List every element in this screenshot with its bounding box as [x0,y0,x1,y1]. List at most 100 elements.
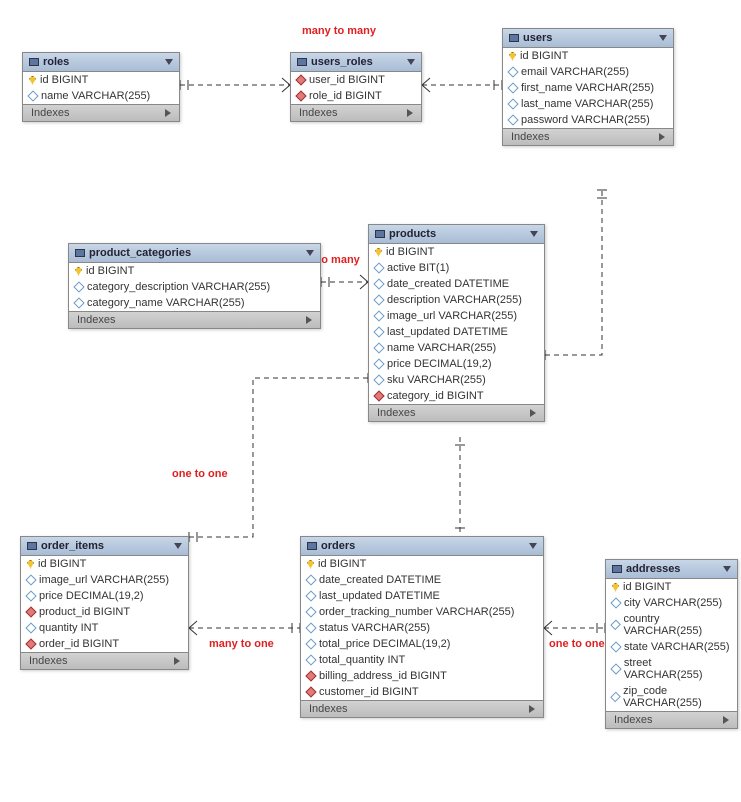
attr-diamond-icon [73,281,84,292]
table-order-items[interactable]: order_items id BIGINTimage_url VARCHAR(2… [20,536,189,670]
column-row[interactable]: country VARCHAR(255) [606,611,737,639]
attr-diamond-icon [305,590,316,601]
column-row[interactable]: quantity INT [21,620,188,636]
table-footer[interactable]: Indexes [503,128,673,145]
column-row[interactable]: id BIGINT [369,244,544,260]
table-footer[interactable]: Indexes [301,700,543,717]
table-header[interactable]: order_items [21,537,188,556]
column-row[interactable]: order_tracking_number VARCHAR(255) [301,604,543,620]
column-row[interactable]: product_id BIGINT [21,604,188,620]
column-row[interactable]: order_id BIGINT [21,636,188,652]
column-row[interactable]: zip_code VARCHAR(255) [606,683,737,711]
column-row[interactable]: category_id BIGINT [369,388,544,404]
column-row[interactable]: billing_address_id BIGINT [301,668,543,684]
expand-arrow-icon[interactable] [530,409,536,417]
column-row[interactable]: first_name VARCHAR(255) [503,80,673,96]
column-row[interactable]: image_url VARCHAR(255) [369,308,544,324]
collapse-arrow-icon[interactable] [529,543,537,549]
expand-arrow-icon[interactable] [165,109,171,117]
table-header[interactable]: addresses [606,560,737,579]
column-text: price DECIMAL(19,2) [39,590,144,602]
column-list: id BIGINT email VARCHAR(255)first_name VA… [503,48,673,128]
column-row[interactable]: street VARCHAR(255) [606,655,737,683]
table-footer[interactable]: Indexes [69,311,320,328]
column-text: last_updated DATETIME [387,326,508,338]
table-orders[interactable]: orders id BIGINTdate_created DATETIMElas… [300,536,544,718]
column-row[interactable]: email VARCHAR(255) [503,64,673,80]
column-row[interactable]: customer_id BIGINT [301,684,543,700]
column-row[interactable]: date_created DATETIME [301,572,543,588]
column-row[interactable]: image_url VARCHAR(255) [21,572,188,588]
column-row[interactable]: total_quantity INT [301,652,543,668]
indexes-label: Indexes [614,714,653,726]
table-header[interactable]: orders [301,537,543,556]
column-row[interactable]: password VARCHAR(255) [503,112,673,128]
column-row[interactable]: city VARCHAR(255) [606,595,737,611]
collapse-arrow-icon[interactable] [530,231,538,237]
table-title: addresses [626,563,680,575]
column-row[interactable]: id BIGINT [23,72,179,88]
fk-diamond-icon [25,638,36,649]
column-row[interactable]: user_id BIGINT [291,72,421,88]
column-row[interactable]: name VARCHAR(255) [369,340,544,356]
table-footer[interactable]: Indexes [369,404,544,421]
table-footer[interactable]: Indexes [291,104,421,121]
table-users[interactable]: users id BIGINT email VARCHAR(255)first_n… [502,28,674,146]
table-product-categories[interactable]: product_categories id BIGINTcategory_des… [68,243,321,329]
column-row[interactable]: last_name VARCHAR(255) [503,96,673,112]
column-row[interactable]: category_name VARCHAR(255) [69,295,320,311]
column-row[interactable]: date_created DATETIME [369,276,544,292]
column-row[interactable]: name VARCHAR(255) [23,88,179,104]
column-row[interactable]: id BIGINT [21,556,188,572]
fk-diamond-icon [305,670,316,681]
table-footer[interactable]: Indexes [21,652,188,669]
column-row[interactable]: id BIGINT [503,48,673,64]
column-text: street VARCHAR(255) [624,657,731,681]
column-row[interactable]: total_price DECIMAL(19,2) [301,636,543,652]
expand-arrow-icon[interactable] [723,716,729,724]
column-row[interactable]: status VARCHAR(255) [301,620,543,636]
column-row[interactable]: id BIGINT [69,263,320,279]
column-text: billing_address_id BIGINT [319,670,447,682]
collapse-arrow-icon[interactable] [659,35,667,41]
collapse-arrow-icon[interactable] [306,250,314,256]
column-row[interactable]: last_updated DATETIME [301,588,543,604]
column-text: id BIGINT [520,50,568,62]
expand-arrow-icon[interactable] [659,133,665,141]
table-users-roles[interactable]: users_roles user_id BIGINT role_id BIGINT… [290,52,422,122]
collapse-arrow-icon[interactable] [723,566,731,572]
column-row[interactable]: price DECIMAL(19,2) [21,588,188,604]
column-row[interactable]: description VARCHAR(255) [369,292,544,308]
column-row[interactable]: price DECIMAL(19,2) [369,356,544,372]
column-text: quantity INT [39,622,98,634]
collapse-arrow-icon[interactable] [174,543,182,549]
table-header[interactable]: products [369,225,544,244]
table-footer[interactable]: Indexes [606,711,737,728]
table-header[interactable]: users [503,29,673,48]
column-row[interactable]: role_id BIGINT [291,88,421,104]
collapse-arrow-icon[interactable] [407,59,415,65]
table-products[interactable]: products id BIGINTactive BIT(1)date_crea… [368,224,545,422]
column-row[interactable]: id BIGINT [301,556,543,572]
column-row[interactable]: category_description VARCHAR(255) [69,279,320,295]
column-list: id BIGINTcategory_description VARCHAR(25… [69,263,320,311]
table-header[interactable]: roles [23,53,179,72]
expand-arrow-icon[interactable] [407,109,413,117]
expand-arrow-icon[interactable] [306,316,312,324]
column-row[interactable]: state VARCHAR(255) [606,639,737,655]
table-footer[interactable]: Indexes [23,104,179,121]
column-row[interactable]: last_updated DATETIME [369,324,544,340]
column-row[interactable]: sku VARCHAR(255) [369,372,544,388]
column-text: role_id BIGINT [309,90,382,102]
attr-diamond-icon [610,692,621,703]
column-row[interactable]: id BIGINT [606,579,737,595]
column-row[interactable]: active BIT(1) [369,260,544,276]
table-addresses[interactable]: addresses id BIGINTcity VARCHAR(255)coun… [605,559,738,729]
table-header[interactable]: product_categories [69,244,320,263]
collapse-arrow-icon[interactable] [165,59,173,65]
table-roles[interactable]: roles id BIGINTname VARCHAR(255) Indexes [22,52,180,122]
expand-arrow-icon[interactable] [529,705,535,713]
table-header[interactable]: users_roles [291,53,421,72]
expand-arrow-icon[interactable] [174,657,180,665]
attr-diamond-icon [507,66,518,77]
